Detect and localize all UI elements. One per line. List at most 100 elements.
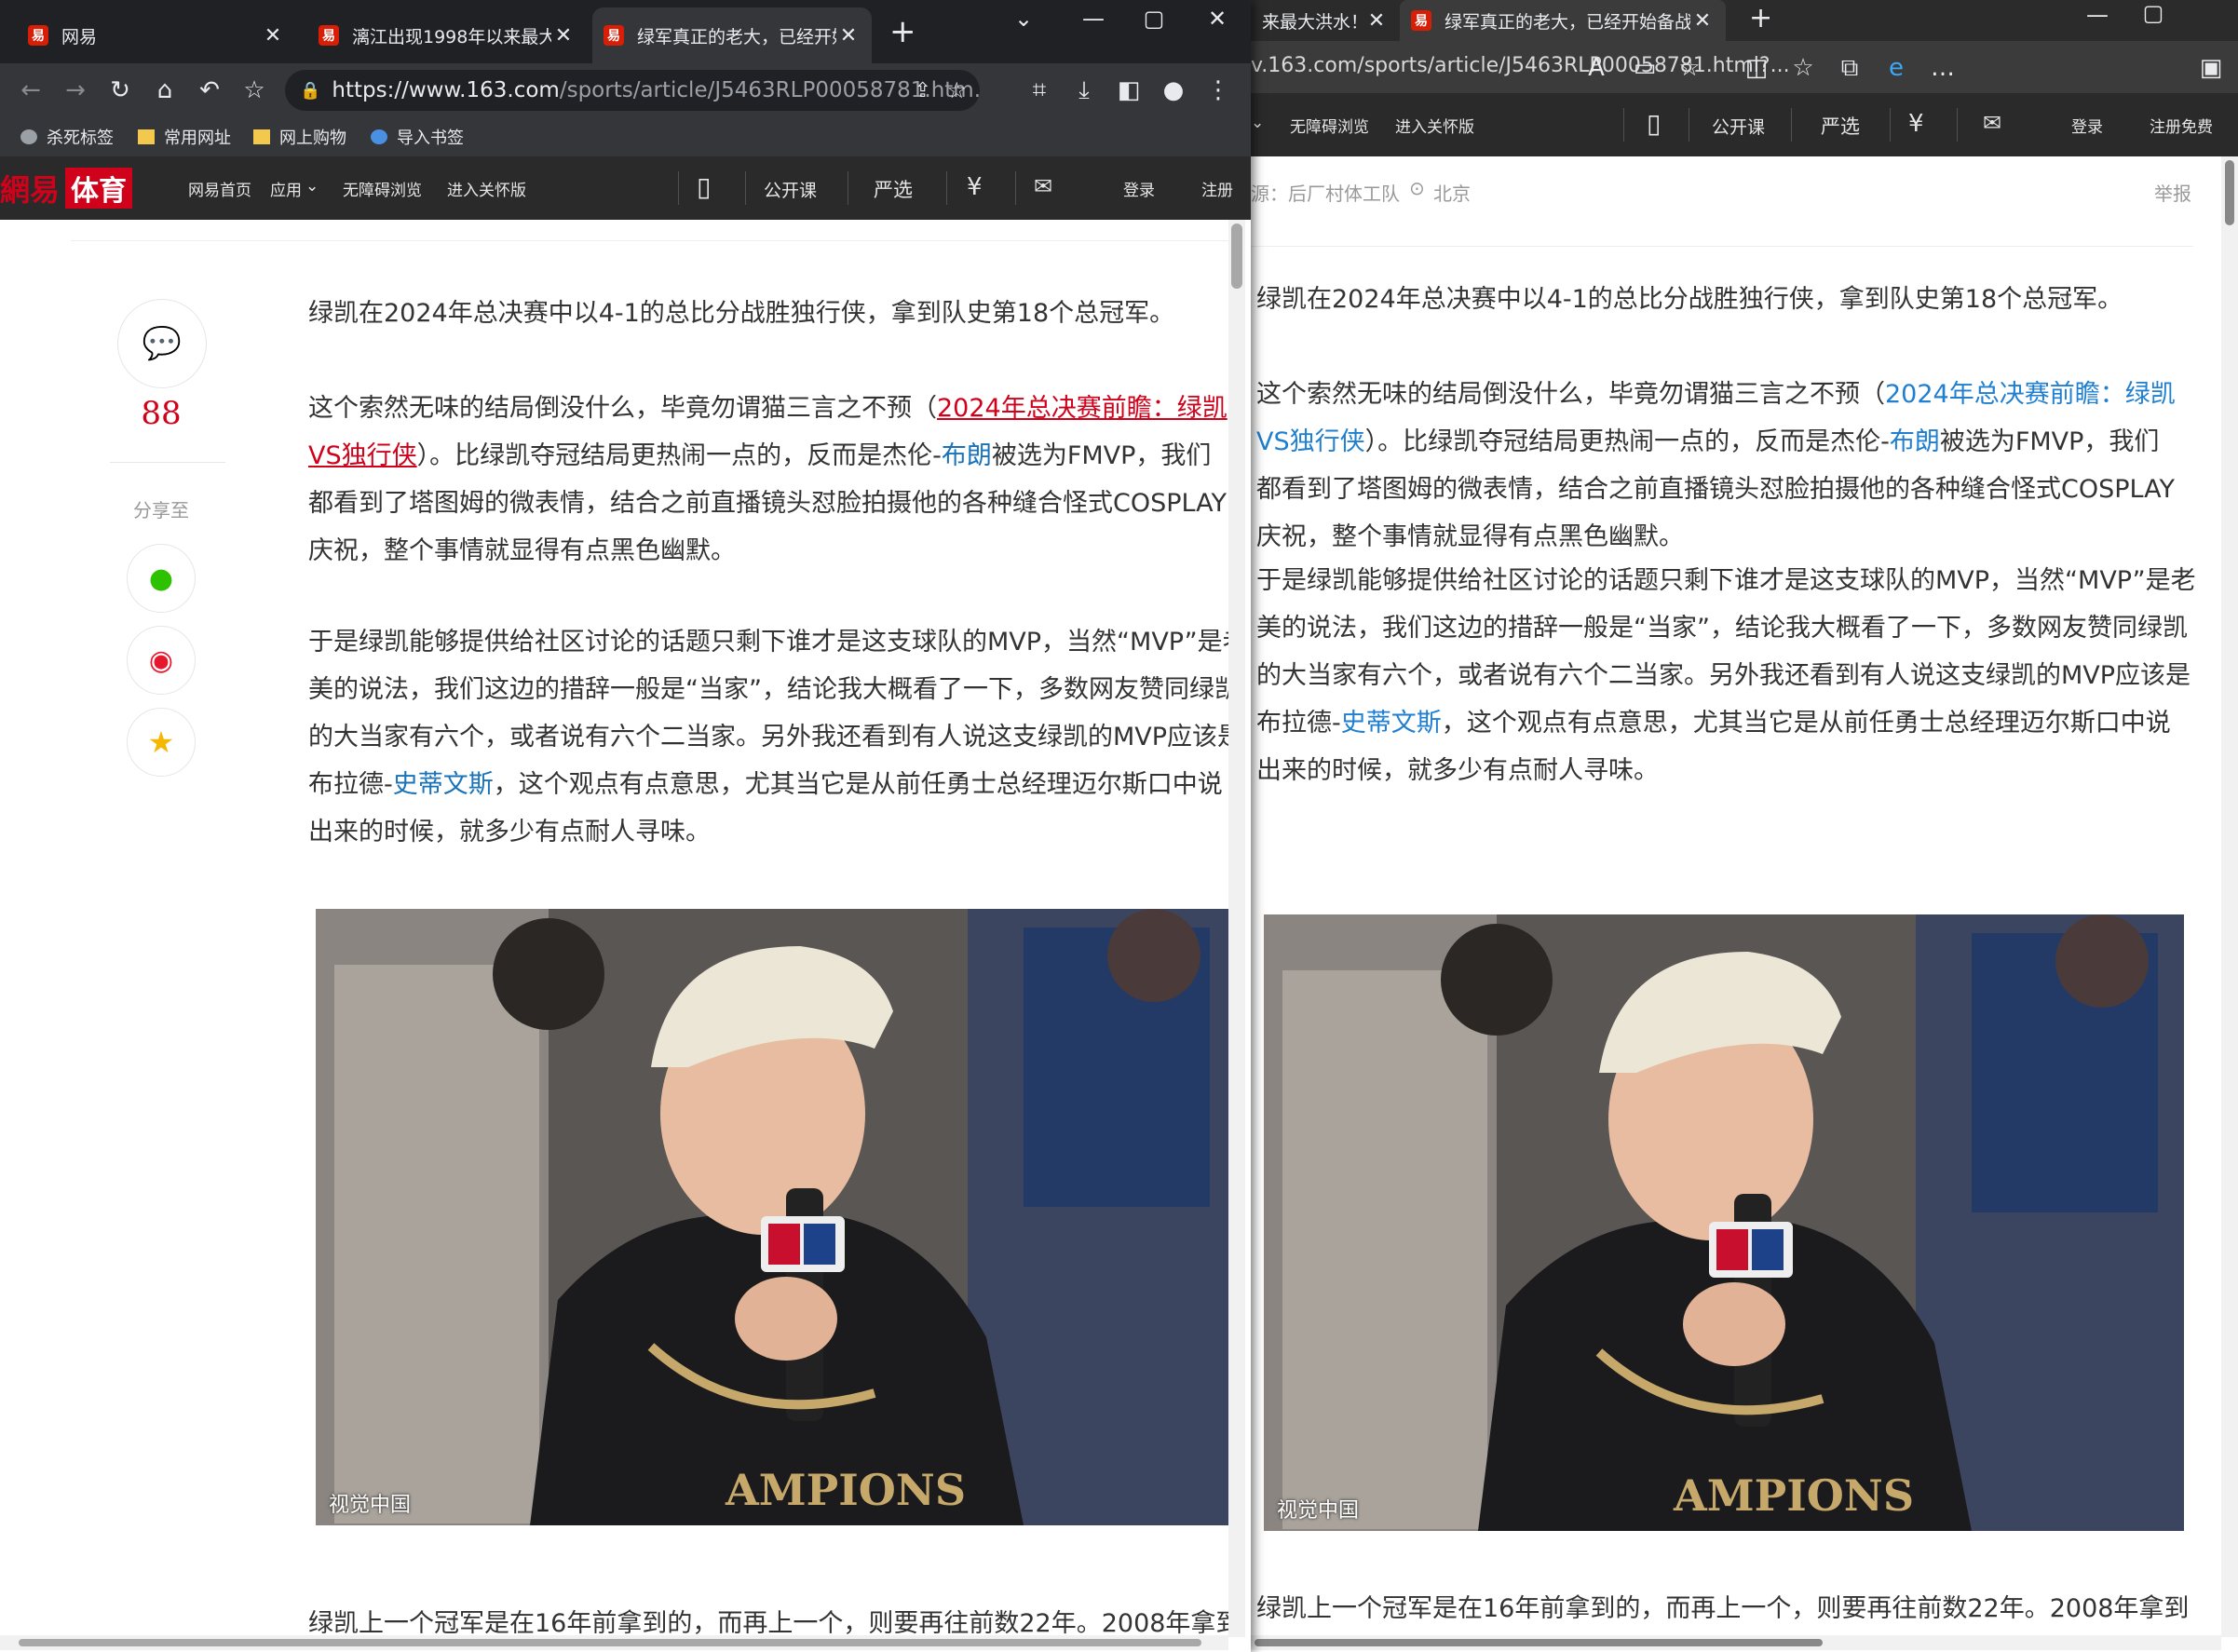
bookmark-star-icon[interactable]: ☆	[235, 71, 274, 110]
close-window-icon[interactable]: ✕	[1195, 6, 1240, 32]
back-icon[interactable]: ←	[11, 71, 50, 110]
wechat-share-icon[interactable]: ●	[127, 544, 196, 613]
close-icon[interactable]: ✕	[1690, 9, 1715, 33]
favorite-star-icon[interactable]: ☆	[1670, 48, 1709, 88]
login-link[interactable]: 登录	[1123, 177, 1155, 200]
bookmark-item[interactable]: 杀死标签	[20, 123, 114, 151]
edge-icon[interactable]: e	[1877, 48, 1916, 88]
nav-apps[interactable]: 应用	[270, 177, 302, 200]
nav-yanxuan[interactable]: 严选	[874, 175, 913, 203]
site-logo[interactable]: 網易 体育	[0, 168, 133, 209]
yen-icon[interactable]: ¥	[967, 173, 983, 201]
download-icon[interactable]: ⤓	[1065, 71, 1104, 110]
mobile-icon[interactable]: ▯	[697, 171, 711, 202]
photo-illustration: AMPIONS	[1264, 914, 2184, 1531]
player-link-stevens[interactable]: 史蒂文斯	[1341, 709, 1442, 738]
nav-care-mode[interactable]: 进入关怀版	[447, 177, 526, 200]
register-link[interactable]: 注册	[1201, 177, 1233, 200]
nav-accessible[interactable]: 无障碍浏览	[1290, 114, 1369, 137]
more-icon[interactable]: …	[1923, 48, 1962, 88]
article-photo: AMPIONS 视觉中国	[316, 909, 1232, 1525]
vertical-scrollbar[interactable]	[2221, 156, 2238, 1637]
nav-yanxuan[interactable]: 严选	[1821, 112, 1860, 140]
close-icon[interactable]: ✕	[1364, 9, 1389, 33]
chrome-tab-1[interactable]: 易 网易 ✕	[17, 7, 296, 63]
share-icon[interactable]: ⇪	[915, 79, 931, 102]
edge-tab-1[interactable]: 来最大洪水！ ✕	[1251, 0, 1400, 41]
preview-link-cont[interactable]: VS独行侠	[1256, 427, 1365, 456]
app-icon[interactable]: ▭	[1625, 48, 1664, 88]
close-icon[interactable]: ✕	[261, 24, 285, 47]
bookmark-folder[interactable]: 常用网址	[138, 123, 231, 151]
player-link-brown[interactable]: 布朗	[942, 441, 992, 470]
register-link[interactable]: 注册免费	[2150, 114, 2213, 137]
nav-open-course[interactable]: 公开课	[1712, 114, 1765, 139]
scrollbar-thumb[interactable]	[1255, 1639, 1823, 1646]
new-tab-icon[interactable]: +	[1749, 0, 1772, 37]
profile-icon[interactable]: ●	[1154, 71, 1193, 110]
favorites-icon[interactable]: ☆	[1784, 48, 1823, 88]
split-screen-icon[interactable]: ◫	[1737, 48, 1776, 88]
read-aloud-icon[interactable]: A	[1577, 48, 1616, 88]
mail-icon[interactable]: ✉	[1983, 110, 2001, 136]
chevron-down-icon[interactable]: ⌄	[1001, 6, 1046, 32]
preview-link-cont[interactable]: VS独行侠	[308, 441, 417, 470]
minimize-icon[interactable]: —	[1071, 6, 1116, 32]
scrollbar-thumb[interactable]	[2225, 160, 2234, 225]
preview-link[interactable]: 2024年总决赛前瞻：绿凯	[1885, 380, 2176, 409]
star-icon[interactable]: ☆	[946, 77, 967, 103]
undo-icon[interactable]: ↶	[190, 71, 229, 110]
player-link-brown[interactable]: 布朗	[1890, 427, 1940, 456]
paragraph-1: 绿凯在2024年总决赛中以4-1的总比分战胜独行侠，拿到队史第18个总冠军。	[308, 299, 1175, 328]
comment-count[interactable]: 88	[117, 395, 205, 432]
nav-care-mode[interactable]: 进入关怀版	[1395, 114, 1474, 137]
close-icon[interactable]: ✕	[836, 24, 861, 47]
nav-home[interactable]: 网易首页	[188, 177, 251, 200]
divider	[745, 171, 746, 205]
preview-link[interactable]: 2024年总决赛前瞻：绿凯	[937, 394, 1228, 423]
scrollbar-thumb[interactable]	[1231, 223, 1242, 289]
forward-icon[interactable]: →	[56, 71, 95, 110]
yen-icon[interactable]: ¥	[1908, 110, 1924, 138]
minimize-icon[interactable]: —	[2075, 2, 2120, 28]
vertical-scrollbar[interactable]	[1228, 220, 1245, 1637]
chrome-tab-3-active[interactable]: 易 绿军真正的老大，已经开始 ✕	[592, 7, 872, 63]
mobile-icon[interactable]: ▯	[1647, 108, 1661, 139]
address-bar[interactable]: 🔒 https://www.163.com/sports/article/J54…	[285, 70, 980, 111]
nav-open-course[interactable]: 公开课	[764, 177, 817, 202]
crop-icon[interactable]: ⌗	[1020, 71, 1059, 110]
report-link[interactable]: 举报	[2154, 179, 2191, 206]
nav-accessible[interactable]: 无障碍浏览	[343, 177, 422, 200]
svg-text:AMPIONS: AMPIONS	[1673, 1470, 1914, 1521]
reload-icon[interactable]: ↻	[101, 71, 140, 110]
bookmark-folder[interactable]: 网上购物	[253, 123, 346, 151]
divider	[678, 171, 679, 205]
maximize-icon[interactable]: ▢	[2131, 0, 2176, 26]
favorite-star-icon[interactable]: ★	[127, 708, 196, 777]
collections-icon[interactable]: ⧉	[1830, 48, 1869, 88]
edge-tab-2[interactable]: 易 绿军真正的老大，已经开始备战 ✕	[1400, 0, 1726, 41]
bookmark-item[interactable]: 导入书签	[371, 123, 464, 151]
comment-icon[interactable]: 💬	[117, 299, 207, 388]
chrome-tab-2[interactable]: 易 漓江出现1998年以来最大 ✕	[307, 7, 587, 63]
player-link-stevens[interactable]: 史蒂文斯	[393, 770, 494, 799]
sidebar-icon[interactable]: ▣	[2191, 48, 2231, 88]
browser-window-edge: 来最大洪水！ ✕ 易 绿军真正的老大，已经开始备战 ✕ + — ▢ v.163.…	[1251, 0, 2238, 1652]
home-icon[interactable]: ⌂	[145, 71, 184, 110]
scrollbar-thumb[interactable]	[19, 1639, 1201, 1646]
close-icon[interactable]: ✕	[551, 24, 576, 47]
horizontal-scrollbar[interactable]	[0, 1635, 1228, 1650]
paragraph-3: 于是绿凯能够提供给社区讨论的话题只剩下谁才是这支球队的MVP，当然“MVP”是老…	[1256, 566, 2196, 785]
horizontal-scrollbar[interactable]	[1251, 1635, 2221, 1650]
tab-title: 网易	[61, 26, 98, 47]
location-pin-icon: ⊙	[1409, 177, 1425, 199]
new-tab-icon[interactable]: +	[889, 13, 916, 50]
mail-icon[interactable]: ✉	[1034, 173, 1052, 199]
weibo-share-icon[interactable]: ◉	[127, 626, 196, 695]
side-panel-icon[interactable]: ◧	[1109, 71, 1148, 110]
paragraph-3: 于是绿凯能够提供给社区讨论的话题只剩下谁才是这支球队的MVP，当然“MVP”是老…	[308, 628, 1232, 846]
menu-icon[interactable]: ⋮	[1199, 71, 1238, 110]
login-link[interactable]: 登录	[2071, 114, 2103, 137]
netease-favicon-icon: 易	[319, 25, 339, 46]
maximize-icon[interactable]: ▢	[1132, 6, 1176, 32]
